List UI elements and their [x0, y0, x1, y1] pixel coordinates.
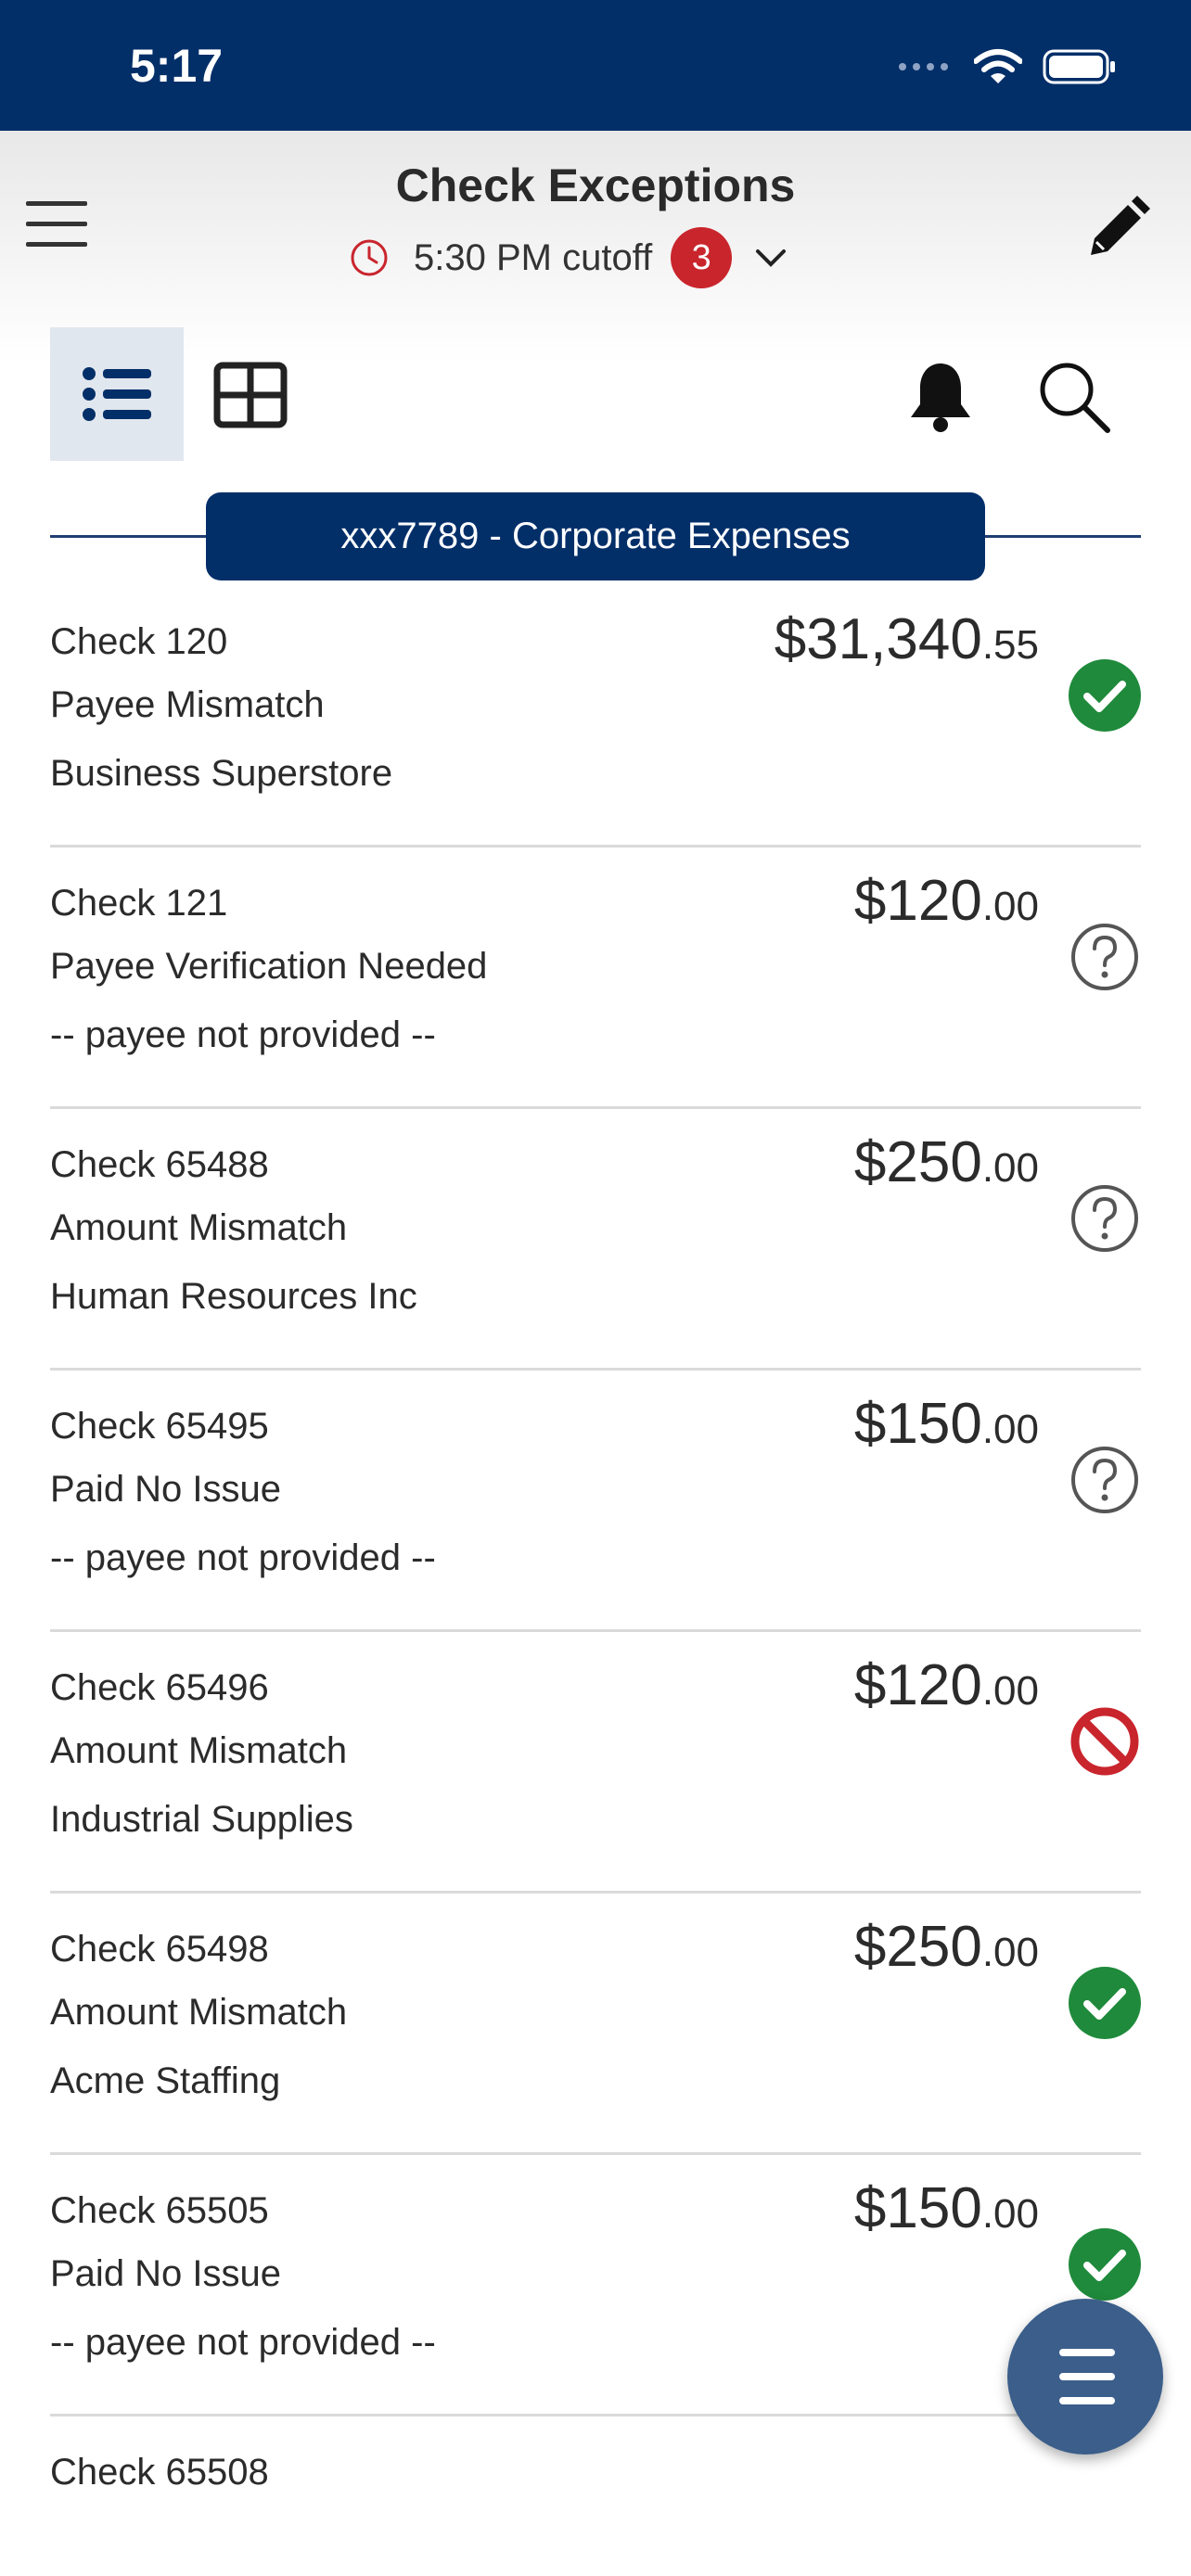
- exception-reason: Amount Mismatch: [50, 1207, 348, 1248]
- signal-icon: [899, 63, 948, 70]
- payee-name: Acme Staffing: [50, 2060, 281, 2101]
- cutoff-label: 5:30 PM cutoff: [414, 236, 653, 278]
- check-row[interactable]: Check 65488 Amount Mismatch Human Resour…: [50, 1107, 1141, 1371]
- check-amount: $120.00: [853, 1653, 1039, 1717]
- check-amount: $31,340.55: [774, 607, 1039, 671]
- check-row[interactable]: Check 65496 Amount Mismatch Industrial S…: [50, 1630, 1141, 1894]
- check-amount: $250.00: [853, 1130, 1039, 1194]
- exception-reason: Paid No Issue: [50, 1469, 282, 1510]
- clock-icon: [351, 239, 388, 276]
- check-number: Check 65498: [50, 1929, 269, 1970]
- bell-icon[interactable]: [907, 360, 974, 434]
- check-number: Check 65488: [50, 1144, 269, 1185]
- exception-reason: Amount Mismatch: [50, 1730, 348, 1771]
- check-number: Check 65496: [50, 1667, 269, 1708]
- check-row[interactable]: Check 65498 Amount Mismatch Acme Staffin…: [50, 1892, 1141, 2155]
- exception-reason: Payee Verification Needed: [50, 946, 488, 987]
- edit-pencil-icon[interactable]: [1083, 194, 1152, 262]
- exception-reason: Paid No Issue: [50, 2253, 282, 2294]
- payee-name: Business Superstore: [50, 753, 393, 794]
- payee-name: -- payee not provided --: [50, 1014, 436, 1055]
- question-circle-icon[interactable]: [1068, 1181, 1142, 1256]
- check-number: Check 65495: [50, 1406, 269, 1447]
- status-icons: [898, 48, 1117, 85]
- check-number: Check 65505: [50, 2190, 269, 2231]
- payee-name: -- payee not provided --: [50, 2322, 436, 2363]
- check-amount: $120.00: [853, 869, 1039, 933]
- check-row[interactable]: Check 65505 Paid No Issue -- payee not p…: [50, 2153, 1141, 2417]
- exception-reason: Payee Mismatch: [50, 684, 325, 725]
- check-amount: $250.00: [853, 1915, 1039, 1979]
- payee-name: -- payee not provided --: [50, 1537, 436, 1578]
- fab-menu-button[interactable]: [1007, 2299, 1163, 2455]
- battery-icon: [1043, 49, 1115, 84]
- check-row[interactable]: Check 120 Payee Mismatch Business Supers…: [50, 584, 1141, 848]
- question-circle-icon[interactable]: [1068, 1443, 1142, 1517]
- wifi-icon: [974, 49, 1022, 83]
- search-icon[interactable]: [1037, 360, 1111, 434]
- check-number: Check 121: [50, 883, 228, 924]
- status-time: 5:17: [130, 40, 224, 92]
- question-circle-icon[interactable]: [1068, 920, 1142, 994]
- grid-view-icon[interactable]: [213, 362, 288, 428]
- check-exception-list: Check 120 Payee Mismatch Business Supers…: [0, 584, 1191, 2485]
- cutoff-selector[interactable]: 5:30 PM cutoff 3: [349, 225, 789, 290]
- approved-check-icon[interactable]: [1068, 2227, 1142, 2302]
- chevron-down-icon[interactable]: [752, 244, 789, 272]
- check-amount: $150.00: [853, 1392, 1039, 1456]
- account-selector[interactable]: xxx7789 - Corporate Expenses: [206, 492, 985, 580]
- check-row[interactable]: Check 65495 Paid No Issue -- payee not p…: [50, 1369, 1141, 1632]
- approved-check-icon[interactable]: [1068, 658, 1142, 733]
- page-title: Check Exceptions: [395, 159, 796, 211]
- payee-name: Industrial Supplies: [50, 1799, 353, 1840]
- approved-check-icon[interactable]: [1068, 1966, 1142, 2040]
- check-row[interactable]: Check 65508: [50, 2415, 1141, 2485]
- list-view-button[interactable]: [50, 327, 184, 461]
- list-icon: [83, 367, 151, 421]
- check-number: Check 65508: [50, 2452, 269, 2485]
- check-row[interactable]: Check 121 Payee Verification Needed -- p…: [50, 846, 1141, 1109]
- payee-name: Human Resources Inc: [50, 1276, 417, 1317]
- check-amount: $150.00: [853, 2176, 1039, 2240]
- check-number: Check 120: [50, 621, 228, 662]
- status-bar: 5:17: [0, 0, 1191, 131]
- exception-reason: Amount Mismatch: [50, 1992, 348, 2033]
- rejected-ban-icon[interactable]: [1068, 1704, 1142, 1779]
- exceptions-count-badge: 3: [671, 227, 733, 288]
